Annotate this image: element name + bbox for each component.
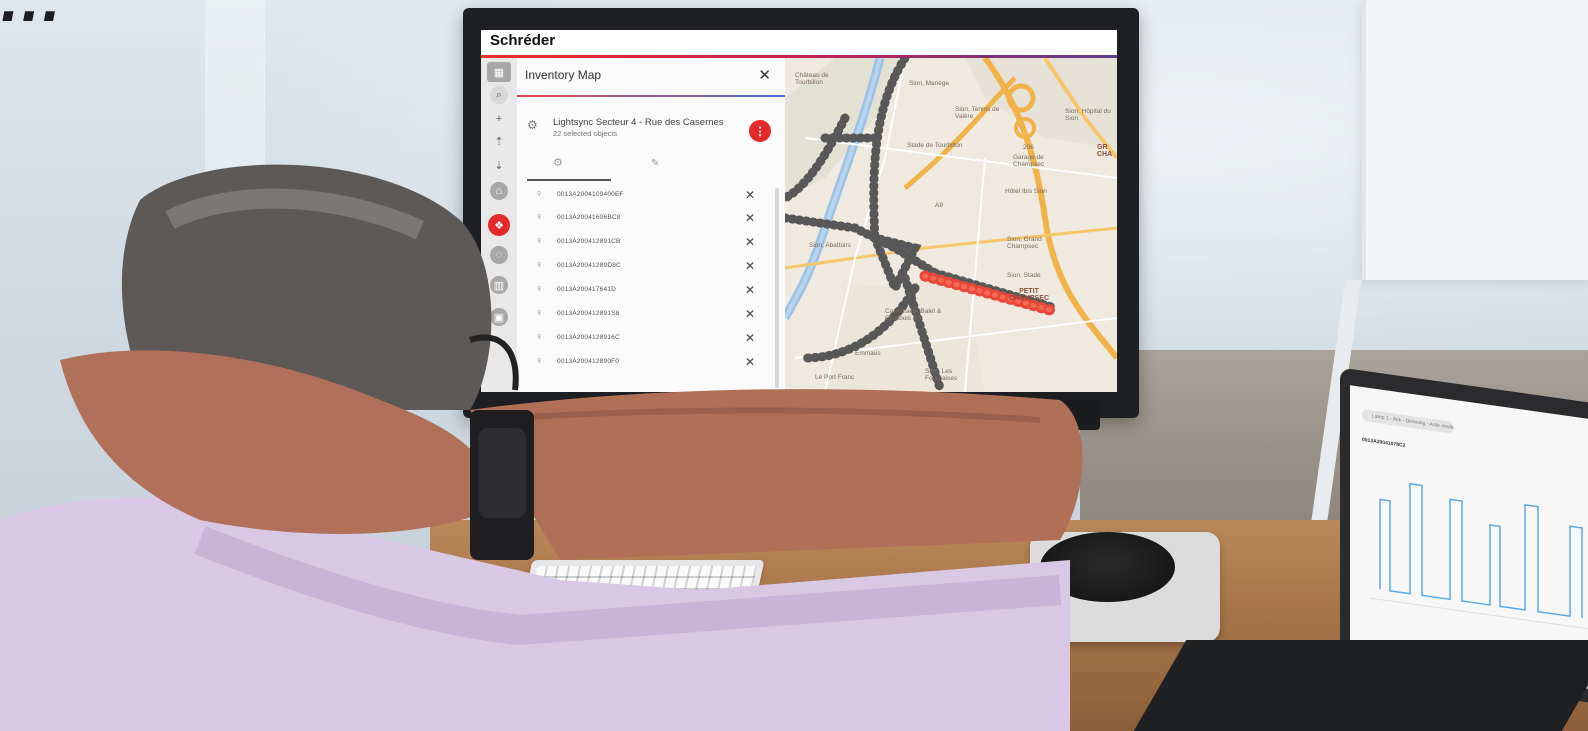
upload-icon[interactable]: ⇡ <box>490 132 508 150</box>
brand-logo: Schréder <box>490 32 556 49</box>
group-settings-icon: ⚙ <box>527 118 538 132</box>
group-count: 22 selected objects <box>553 129 618 138</box>
map-label: Sion, Tennis de Valère <box>955 106 1000 120</box>
page-heading-partial: ... <box>0 0 63 34</box>
panel-title: Inventory Map <box>525 68 602 82</box>
laptop-keyboard <box>1133 640 1588 731</box>
map-label: Stade de Tourbillon <box>907 142 963 149</box>
map-label: GR CHA <box>1097 144 1113 158</box>
map-label: Sion, Manège <box>909 80 950 87</box>
group-name: Lightsync Secteur 4 - Rue des Casernes <box>553 117 724 128</box>
brand-bar: Schréder <box>481 30 1117 56</box>
map-label: 206 <box>1023 144 1034 151</box>
more-options-button[interactable]: ⋮ <box>749 120 771 142</box>
plus-icon[interactable]: + <box>490 110 508 128</box>
whiteboard <box>1362 0 1588 280</box>
person-foreground <box>0 164 1083 731</box>
map-layers-icon[interactable]: ▦ <box>487 62 511 82</box>
map-label: Château de Tourbillon <box>795 72 829 86</box>
panel-divider <box>517 95 785 97</box>
map-label: Sion, Hôpital du Sion <box>1065 108 1111 122</box>
close-icon[interactable]: ✕ <box>758 66 771 84</box>
search-icon[interactable]: ⌕ <box>490 86 508 104</box>
